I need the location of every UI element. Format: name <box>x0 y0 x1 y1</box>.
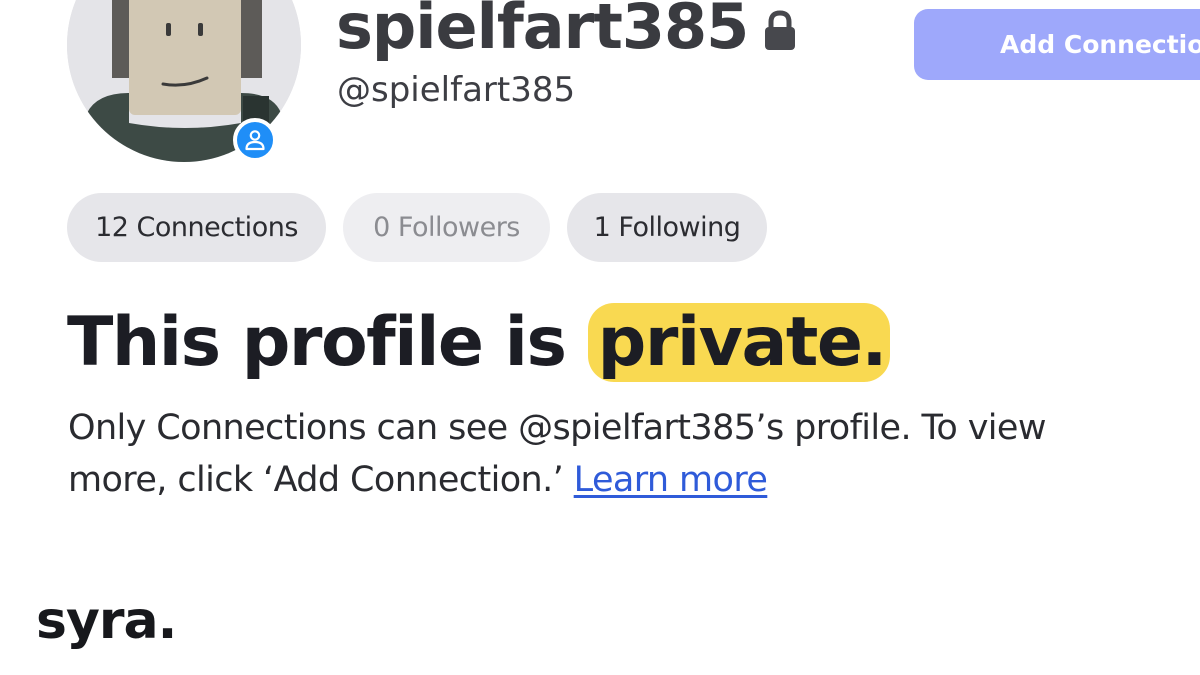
display-name: spielfart385 <box>336 0 798 64</box>
username: @spielfart385 <box>337 70 576 110</box>
private-description: Only Connections can see @spielfart385’s… <box>68 402 1068 506</box>
learn-more-link[interactable]: Learn more <box>574 460 768 500</box>
description-text: Only Connections can see @spielfart385’s… <box>68 408 1047 500</box>
following-count-pill[interactable]: 1 Following <box>567 193 767 262</box>
brand-logo: syra. <box>36 591 177 651</box>
add-connection-button[interactable]: Add Connection <box>914 9 1200 80</box>
lock-icon <box>762 0 798 67</box>
headline-prefix: This profile is <box>67 303 588 382</box>
presence-badge <box>233 118 277 162</box>
user-icon <box>245 130 265 151</box>
private-headline: This profile is private. <box>67 300 890 386</box>
headline-highlight: private. <box>587 303 890 382</box>
connections-count-pill[interactable]: 12 Connections <box>67 193 326 262</box>
followers-count-pill[interactable]: 0 Followers <box>343 193 550 262</box>
display-name-text: spielfart385 <box>336 0 749 63</box>
